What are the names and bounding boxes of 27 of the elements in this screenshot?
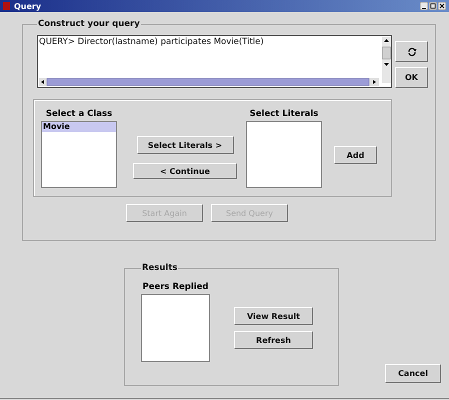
list-label: Peers Replied xyxy=(142,282,209,293)
group-title: Construct your query xyxy=(37,19,141,29)
query-text: QUERY> Director(lastname) participates Movie(Title) xyxy=(39,37,265,47)
rotate-arrows-icon xyxy=(406,46,416,56)
maximize-icon[interactable] xyxy=(429,2,437,10)
literals-list[interactable] xyxy=(246,121,322,188)
query-text-area[interactable]: QUERY> Director(lastname) participates Movie(Title) xyxy=(37,35,392,88)
app-icon xyxy=(3,2,10,10)
add-button[interactable]: Add xyxy=(334,146,377,164)
ok-button[interactable]: OK xyxy=(395,67,428,88)
list-item[interactable]: Movie xyxy=(42,122,116,132)
select-literals-button[interactable]: Select Literals > xyxy=(136,136,234,154)
group-title: Results xyxy=(141,263,178,273)
horizontal-scrollbar[interactable] xyxy=(39,78,379,86)
cancel-button[interactable]: Cancel xyxy=(385,364,441,383)
minimize-icon[interactable] xyxy=(420,2,428,10)
continue-button[interactable]: < Continue xyxy=(133,163,237,179)
peers-list[interactable] xyxy=(141,294,210,362)
rotate-button[interactable] xyxy=(395,41,428,62)
results-button[interactable]: View Result xyxy=(234,307,313,325)
window-title: Query xyxy=(14,2,42,10)
class-list[interactable]: Movie xyxy=(41,121,117,188)
list-label: Select Literals xyxy=(250,109,318,120)
close-icon[interactable] xyxy=(438,2,446,10)
vertical-scrollbar[interactable] xyxy=(382,37,391,83)
results-button[interactable]: Refresh xyxy=(234,331,313,349)
list-label: Select a Class xyxy=(46,109,112,120)
